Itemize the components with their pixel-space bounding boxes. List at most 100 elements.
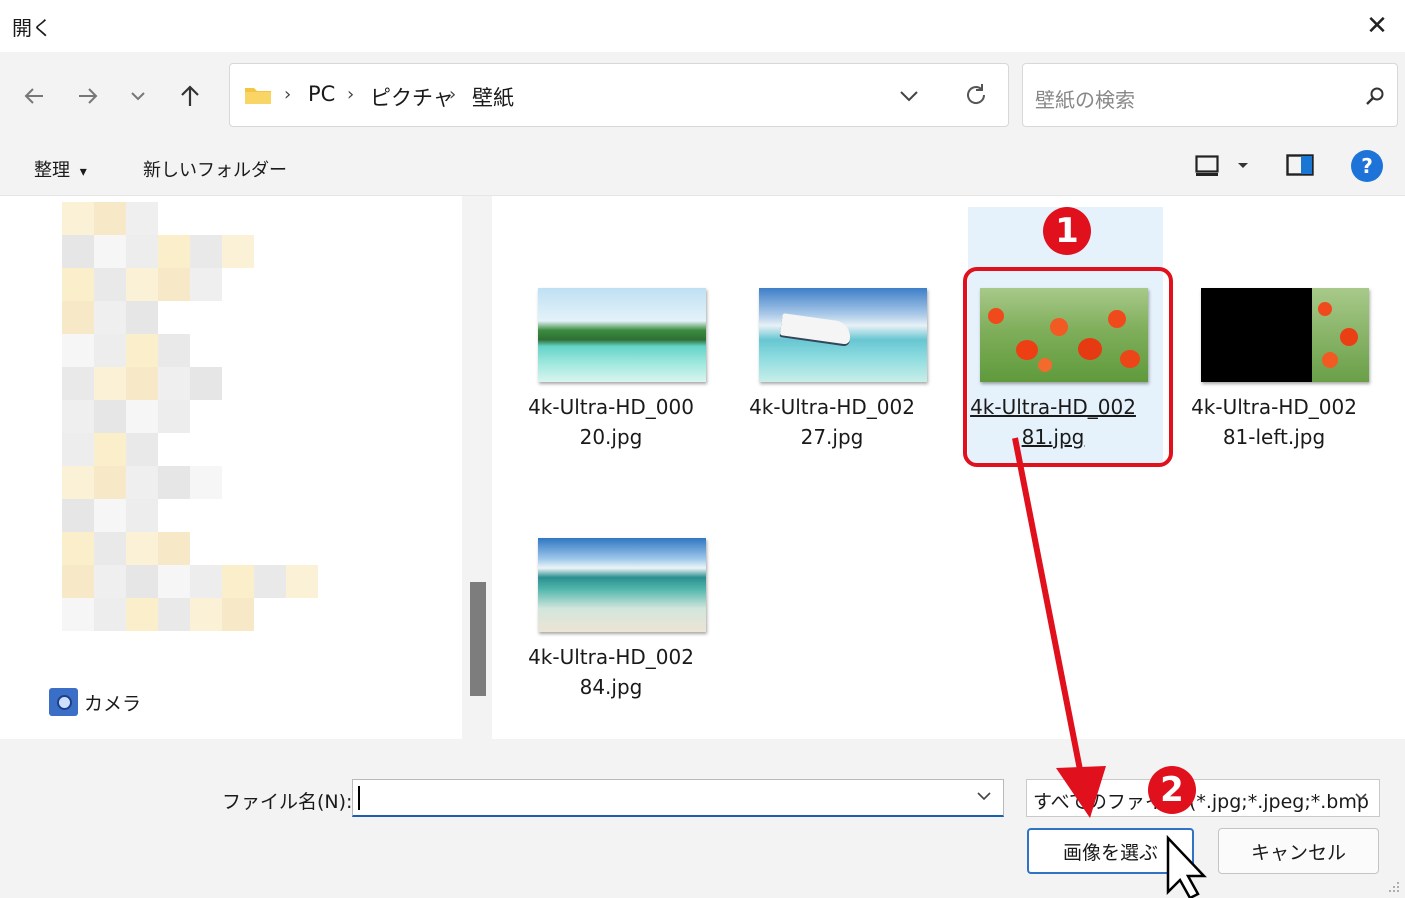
- file-item[interactable]: 4k-Ultra-HD_002 84.jpg: [516, 538, 706, 699]
- thumbnail-right-half: [1312, 288, 1369, 382]
- file-name-line: 4k-Ultra-HD_002: [1191, 395, 1357, 419]
- breadcrumb-pc[interactable]: PC: [308, 82, 335, 106]
- file-name: 4k-Ultra-HD_002 84.jpg: [516, 642, 706, 702]
- poppy-shape: [1318, 302, 1332, 316]
- view-dropdown-icon[interactable]: [1237, 162, 1249, 170]
- blurred-pixel: [254, 565, 286, 598]
- chevron-down-icon: [1355, 793, 1367, 801]
- arrow-left-icon: [24, 88, 43, 104]
- nav-item-camera[interactable]: カメラ: [49, 688, 141, 716]
- blurred-pixel: [94, 202, 126, 235]
- camera-icon: [49, 688, 78, 716]
- file-item[interactable]: 4k-Ultra-HD_002 81-left.jpg: [1179, 288, 1369, 449]
- file-type-filter[interactable]: すべてのファイル (*.jpg;*.jpeg;*.bmp: [1026, 779, 1380, 817]
- close-button[interactable]: ✕: [1349, 0, 1405, 52]
- blurred-pixel: [126, 565, 158, 598]
- close-icon: ✕: [1366, 11, 1388, 41]
- file-name: 4k-Ultra-HD_000 20.jpg: [516, 392, 706, 452]
- resize-grip-icon[interactable]: [1387, 880, 1401, 894]
- search-input[interactable]: 壁紙の検索: [1035, 84, 1135, 113]
- search-box[interactable]: 壁紙の検索: [1022, 63, 1398, 127]
- select-image-button[interactable]: 画像を選ぶ: [1027, 828, 1194, 874]
- address-bar[interactable]: › PC › ピクチャ › 壁紙: [229, 63, 1009, 127]
- blurred-pixel: [126, 268, 158, 301]
- blurred-pixel: [222, 235, 254, 268]
- blurred-pixel: [62, 202, 94, 235]
- blurred-pixel: [94, 301, 126, 334]
- blurred-pixel: [62, 565, 94, 598]
- breadcrumb-separator: ›: [347, 84, 355, 105]
- command-bar: 整理 ▾ 新しいフォルダー ?: [0, 138, 1405, 196]
- blurred-pixel: [158, 268, 190, 301]
- new-folder-button[interactable]: 新しいフォルダー: [143, 156, 287, 182]
- blurred-pixel: [126, 499, 158, 532]
- file-type-filter-value: すべてのファイル (*.jpg;*.jpeg;*.bmp: [1033, 791, 1369, 813]
- address-dropdown-icon[interactable]: [895, 84, 923, 108]
- view-icon[interactable]: [1195, 155, 1219, 177]
- file-name-line: 4k-Ultra-HD_000: [528, 395, 694, 419]
- blurred-pixel: [158, 565, 190, 598]
- navigation-pane: [0, 196, 462, 739]
- nav-item-camera-label: カメラ: [84, 692, 142, 715]
- blurred-pixel: [126, 532, 158, 565]
- blurred-pixel: [94, 235, 126, 268]
- image-thumbnail: [759, 288, 927, 382]
- poppy-shape: [1340, 328, 1358, 346]
- blurred-pixel: [94, 334, 126, 367]
- image-thumbnail: [1201, 288, 1369, 382]
- blurred-pixel: [94, 499, 126, 532]
- blurred-pixel: [158, 466, 190, 499]
- filename-dropdown-icon[interactable]: [977, 791, 991, 801]
- blurred-pixel: [62, 400, 94, 433]
- blurred-pixel: [158, 367, 190, 400]
- blurred-pixel: [222, 565, 254, 598]
- file-name-line: 84.jpg: [579, 675, 643, 699]
- blurred-pixel: [190, 466, 222, 499]
- cancel-button[interactable]: キャンセル: [1218, 828, 1379, 874]
- blurred-pixel: [62, 499, 94, 532]
- help-icon[interactable]: ?: [1351, 150, 1383, 182]
- blurred-pixel: [62, 334, 94, 367]
- step-1-badge: 1: [1043, 207, 1091, 255]
- filename-input[interactable]: [352, 779, 1004, 817]
- blurred-pixel: [190, 565, 222, 598]
- blurred-pixel: [126, 334, 158, 367]
- chevron-down-icon: [131, 92, 145, 101]
- filename-label: ファイル名(N):: [222, 791, 353, 813]
- back-button[interactable]: [14, 80, 54, 112]
- blurred-pixel: [222, 598, 254, 631]
- blurred-pixel: [126, 301, 158, 334]
- blurred-pixel: [62, 268, 94, 301]
- blurred-pixel: [126, 598, 158, 631]
- blurred-pixel: [62, 466, 94, 499]
- forward-button[interactable]: [68, 80, 108, 112]
- blurred-pixel: [126, 466, 158, 499]
- up-button[interactable]: [170, 80, 210, 112]
- title-bar: 開く ✕: [0, 0, 1405, 52]
- blurred-pixel: [158, 235, 190, 268]
- blurred-pixel: [62, 235, 94, 268]
- breadcrumb-wallpaper[interactable]: 壁紙: [472, 82, 514, 112]
- arrow-right-icon: [79, 88, 98, 104]
- file-item[interactable]: 4k-Ultra-HD_002 27.jpg: [737, 288, 927, 449]
- file-name-line: 27.jpg: [800, 425, 864, 449]
- blurred-pixel: [94, 565, 126, 598]
- window-title: 開く: [12, 16, 52, 40]
- select-image-button-label: 画像を選ぶ: [1062, 841, 1158, 864]
- blurred-pixel: [126, 367, 158, 400]
- nav-scrollbar-thumb[interactable]: [470, 582, 486, 696]
- refresh-icon[interactable]: [963, 82, 989, 108]
- file-name-line: 20.jpg: [579, 425, 643, 449]
- step-2-badge: 2: [1148, 766, 1196, 814]
- blurred-pixel: [126, 235, 158, 268]
- breadcrumb-separator: ›: [284, 84, 292, 105]
- preview-pane-icon[interactable]: [1286, 154, 1314, 176]
- blurred-pixel: [126, 202, 158, 235]
- search-icon: [1366, 87, 1384, 105]
- breadcrumb-pictures[interactable]: ピクチャ: [370, 82, 454, 112]
- recent-locations-button[interactable]: [118, 80, 158, 112]
- organize-button[interactable]: 整理 ▾: [34, 156, 87, 182]
- blurred-pixel: [126, 433, 158, 466]
- file-item[interactable]: 4k-Ultra-HD_000 20.jpg: [516, 288, 706, 449]
- blurred-pixel: [158, 400, 190, 433]
